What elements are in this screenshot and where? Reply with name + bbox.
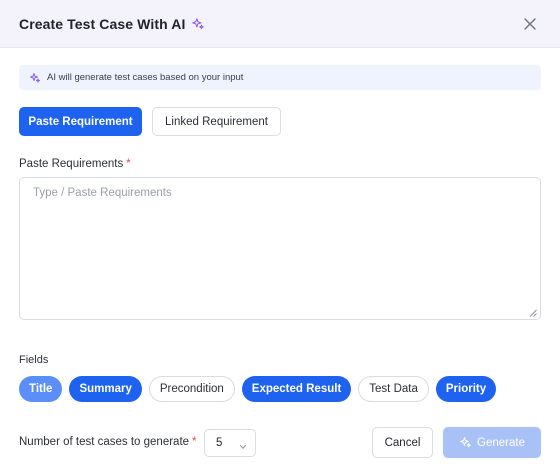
resize-handle-icon[interactable] <box>529 308 537 317</box>
dialog-title: Create Test Case With AI <box>19 15 186 32</box>
ai-sparkle-icon <box>29 72 41 84</box>
tab-paste-requirement[interactable]: Paste Requirement <box>19 107 142 136</box>
test-case-count-value: 5 <box>216 437 223 449</box>
banner-text: AI will generate test cases based on you… <box>47 72 244 83</box>
ai-info-banner: AI will generate test cases based on you… <box>19 65 541 90</box>
requirements-placeholder: Type / Paste Requirements <box>33 187 172 199</box>
generate-button[interactable]: Generate <box>443 427 541 458</box>
dialog-header: Create Test Case With AI <box>0 0 560 48</box>
close-icon[interactable] <box>522 16 538 32</box>
test-case-count-select[interactable]: 5 <box>204 429 256 457</box>
fields-chip-group: Title Summary Precondition Expected Resu… <box>19 376 497 402</box>
chevron-down-icon <box>239 441 247 450</box>
requirements-textarea[interactable]: Type / Paste Requirements <box>19 177 541 320</box>
requirements-label-text: Paste Requirements <box>19 158 124 170</box>
generate-button-label: Generate <box>477 436 525 449</box>
cancel-button[interactable]: Cancel <box>372 427 433 458</box>
test-case-count-label-text: Number of test cases to generate <box>19 436 190 448</box>
test-case-count-label: Number of test cases to generate * <box>19 436 197 448</box>
chip-precondition[interactable]: Precondition <box>148 376 235 402</box>
chip-test-data[interactable]: Test Data <box>358 376 429 402</box>
ai-sparkle-icon <box>459 436 472 449</box>
ai-sparkle-icon <box>191 17 205 31</box>
chip-summary[interactable]: Summary <box>69 376 142 402</box>
required-marker: * <box>126 158 131 170</box>
required-marker: * <box>192 436 197 448</box>
tab-linked-requirement[interactable]: Linked Requirement <box>152 107 281 136</box>
requirements-label: Paste Requirements * <box>19 158 131 170</box>
chip-expected-result[interactable]: Expected Result <box>241 376 352 402</box>
chip-priority[interactable]: Priority <box>435 376 497 402</box>
chip-title[interactable]: Title <box>19 376 63 402</box>
fields-label: Fields <box>19 354 49 366</box>
